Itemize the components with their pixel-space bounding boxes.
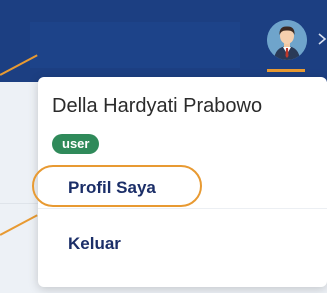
chevron-right-icon[interactable] xyxy=(316,32,327,48)
user-avatar-icon xyxy=(267,20,307,60)
user-avatar-button[interactable] xyxy=(262,16,310,72)
role-badge: user xyxy=(52,134,100,154)
menu-item-keluar[interactable]: Keluar xyxy=(68,234,121,254)
menu-divider xyxy=(38,208,327,209)
navbar-bar xyxy=(30,22,240,68)
user-name: Della Hardyati Prabowo xyxy=(52,95,263,117)
highlight-annotation xyxy=(32,165,202,207)
active-indicator xyxy=(267,69,305,72)
